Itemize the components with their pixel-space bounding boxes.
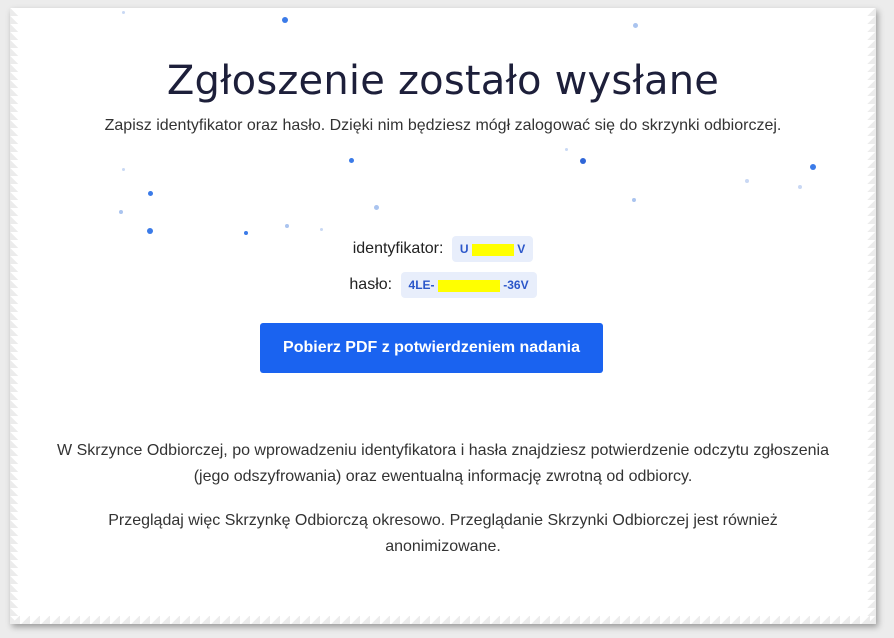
redaction-mark — [437, 279, 500, 292]
identifier-label: identyfikator: — [352, 240, 444, 258]
identifier-value[interactable]: U V — [451, 236, 534, 262]
confirmation-page: Zgłoszenie zostało wysłane Zapisz identy… — [10, 8, 876, 624]
password-value-prefix: 4LE- — [408, 278, 435, 292]
instruction-text: Zapisz identyfikator oraz hasło. Dzięki … — [104, 117, 782, 134]
identifier-row: identyfikator: U V — [10, 236, 876, 262]
torn-edge-bottom — [10, 616, 876, 624]
torn-edge-right — [866, 8, 876, 624]
password-value[interactable]: 4LE- -36V — [400, 272, 537, 298]
download-pdf-button[interactable]: Pobierz PDF z potwierdzeniem nadania — [260, 323, 603, 373]
password-row: hasło: 4LE- -36V — [10, 272, 876, 298]
identifier-value-suffix: V — [517, 242, 526, 256]
page-title: Zgłoszenie zostało wysłane — [166, 58, 720, 104]
redaction-mark — [471, 243, 514, 256]
inbox-reminder-paragraph: Przeglądaj więc Skrzynkę Odbiorczą okres… — [108, 512, 778, 555]
password-value-suffix: -36V — [503, 278, 529, 292]
identifier-value-prefix: U — [459, 242, 469, 256]
password-label: hasło: — [349, 276, 393, 294]
torn-edge-left — [10, 8, 18, 624]
inbox-info-paragraph: W Skrzynce Odbiorczej, po wprowadzeniu i… — [57, 442, 829, 485]
